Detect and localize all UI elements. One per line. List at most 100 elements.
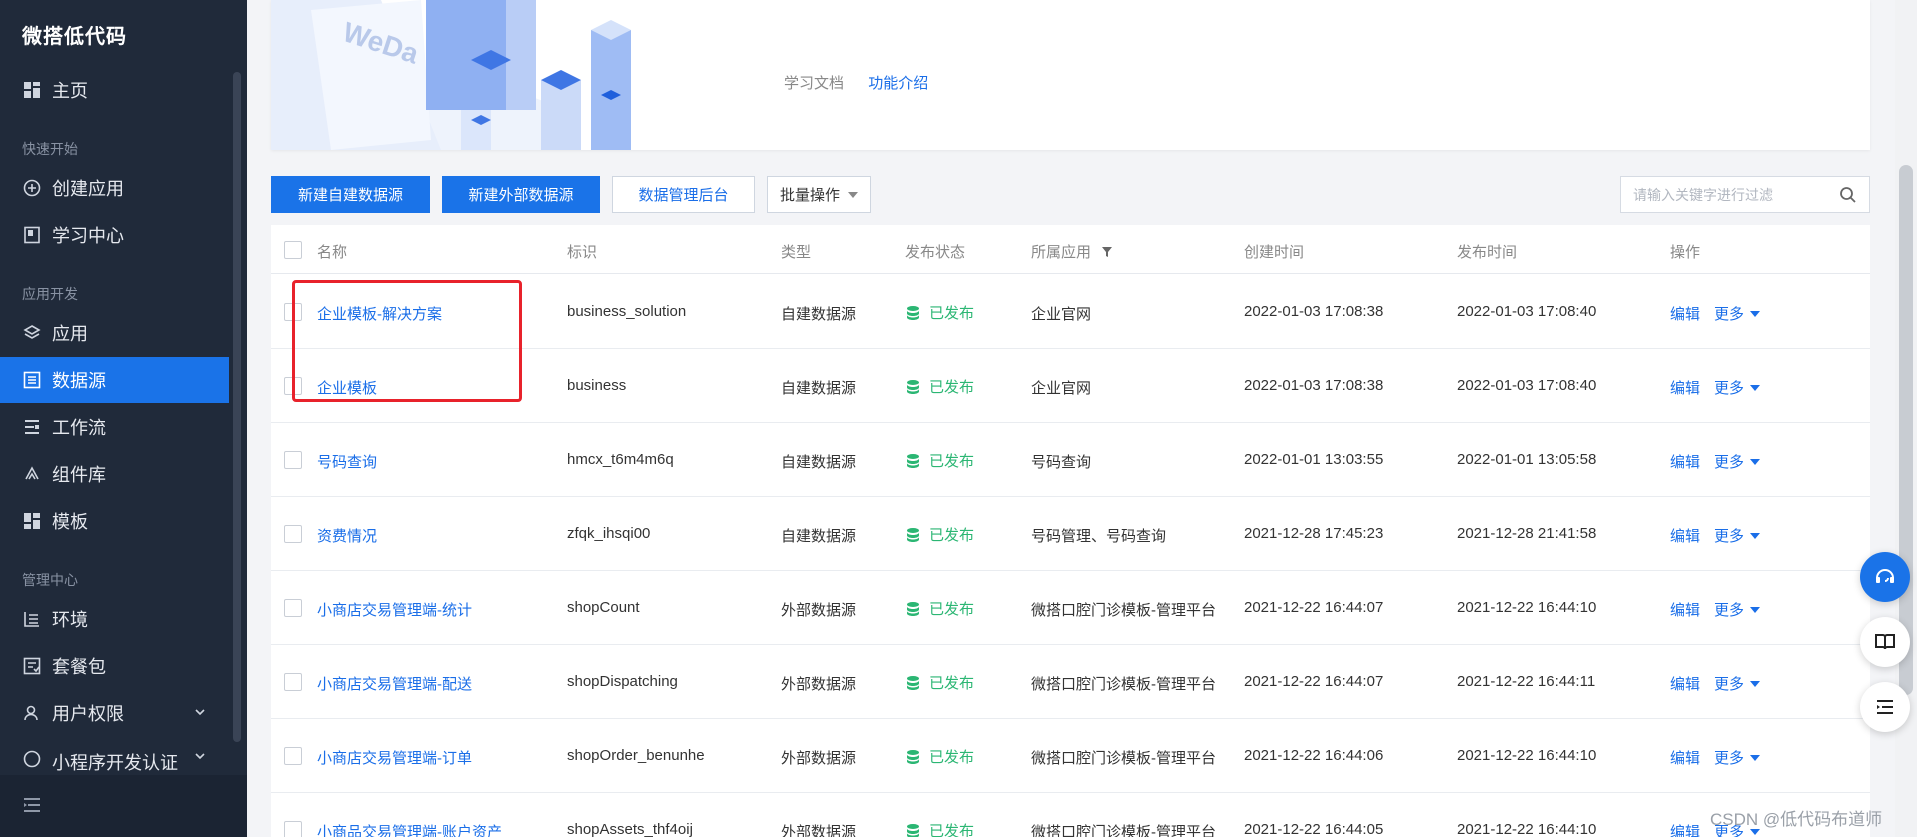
new-internal-datasource-button[interactable]: 新建自建数据源 [271, 176, 430, 213]
row-checkbox[interactable] [284, 599, 302, 617]
sidebar-item-apps[interactable]: 应用 [0, 310, 229, 356]
row-identifier: business_solution [567, 303, 687, 320]
row-checkbox[interactable] [284, 673, 302, 691]
more-dropdown[interactable]: 更多 [1714, 747, 1761, 768]
caret-down-icon [848, 191, 859, 198]
edit-link[interactable]: 编辑 [1670, 377, 1700, 398]
row-checkbox[interactable] [284, 451, 302, 469]
package-icon [22, 656, 42, 676]
sidebar-item-env[interactable]: 环境 [0, 596, 229, 642]
sidebar-item-label: 环境 [52, 610, 88, 630]
sidebar-item-home[interactable]: 主页 [0, 67, 229, 113]
row-checkbox[interactable] [284, 525, 302, 543]
sidebar-item-label: 数据源 [52, 371, 106, 391]
new-external-datasource-button[interactable]: 新建外部数据源 [442, 176, 600, 213]
sidebar: 微搭低代码 主页 快速开始 创建应用 学习中心 应用开发 应用 数据源 工作流 … [0, 0, 247, 837]
row-status-label: 已发布 [929, 823, 975, 837]
filter-icon[interactable] [1101, 246, 1113, 258]
layers-icon [22, 323, 42, 343]
sidebar-item-package[interactable]: 套餐包 [0, 643, 229, 689]
more-dropdown[interactable]: 更多 [1714, 599, 1761, 620]
table-header: 名称 标识 类型 发布状态 所属应用 创建时间 发布时间 操作 [271, 225, 1870, 274]
more-dropdown[interactable]: 更多 [1714, 673, 1761, 694]
more-dropdown[interactable]: 更多 [1714, 377, 1761, 398]
row-status-label: 已发布 [929, 749, 975, 766]
row-created-time: 2021-12-22 16:44:07 [1244, 673, 1384, 690]
edit-link[interactable]: 编辑 [1670, 599, 1700, 620]
more-dropdown[interactable]: 更多 [1714, 303, 1761, 324]
row-status: 已发布 [905, 672, 974, 693]
customer-service-button[interactable] [1860, 552, 1910, 602]
more-label: 更多 [1714, 454, 1745, 471]
table-row: 号码查询 hmcx_t6m4m6q 自建数据源 已发布 号码查询 2022-01… [271, 423, 1870, 497]
more-label: 更多 [1714, 602, 1745, 619]
chevron-down-icon [195, 753, 205, 760]
row-name-link[interactable]: 小商店交易管理端-配送 [317, 673, 472, 694]
miniprogram-icon [22, 749, 42, 769]
row-operations: 编辑 更多 [1670, 599, 1761, 620]
batch-operation-dropdown[interactable]: 批量操作 [767, 176, 871, 213]
outline-button[interactable] [1860, 682, 1910, 732]
database-icon [907, 749, 919, 764]
more-dropdown[interactable]: 更多 [1714, 451, 1761, 472]
database-icon [907, 453, 919, 468]
edit-link[interactable]: 编辑 [1670, 303, 1700, 324]
caret-down-icon [1750, 532, 1761, 539]
search-input[interactable] [1633, 186, 1839, 203]
row-published-time: 2022-01-03 17:08:40 [1457, 303, 1597, 320]
row-name-link[interactable]: 小商店交易管理端-统计 [317, 599, 472, 620]
workflow-icon [22, 417, 42, 437]
sidebar-item-miniprogram[interactable]: 小程序开发认证 [0, 737, 229, 775]
edit-link[interactable]: 编辑 [1670, 451, 1700, 472]
col-header-type: 类型 [781, 244, 812, 261]
caret-down-icon [1750, 458, 1761, 465]
more-dropdown[interactable]: 更多 [1714, 525, 1761, 546]
docs-button[interactable] [1860, 617, 1910, 667]
edit-link[interactable]: 编辑 [1670, 821, 1700, 837]
row-operations: 编辑 更多 [1670, 747, 1761, 768]
component-icon [22, 464, 42, 484]
sidebar-item-label: 套餐包 [52, 657, 106, 677]
search-box [1620, 176, 1870, 213]
search-icon[interactable] [1839, 186, 1857, 204]
user-icon [22, 703, 42, 723]
row-created-time: 2022-01-01 13:03:55 [1244, 451, 1384, 468]
row-published-time: 2021-12-22 16:44:11 [1457, 673, 1596, 690]
caret-down-icon [1750, 680, 1761, 687]
more-label: 更多 [1714, 750, 1745, 767]
chevron-down-icon [195, 709, 205, 716]
edit-link[interactable]: 编辑 [1670, 747, 1700, 768]
page-scrollbar-thumb[interactable] [1899, 165, 1913, 695]
sidebar-item-permissions[interactable]: 用户权限 [0, 690, 229, 736]
more-label: 更多 [1714, 528, 1745, 545]
sidebar-item-templates[interactable]: 模板 [0, 498, 229, 544]
sidebar-item-learning[interactable]: 学习中心 [0, 212, 229, 258]
row-checkbox[interactable] [284, 821, 302, 837]
database-icon [907, 675, 919, 690]
sidebar-item-datasource[interactable]: 数据源 [0, 357, 229, 403]
sidebar-item-create-app[interactable]: 创建应用 [0, 165, 229, 211]
sidebar-item-label: 模板 [52, 512, 88, 532]
edit-link[interactable]: 编辑 [1670, 525, 1700, 546]
row-name-link[interactable]: 资费情况 [317, 525, 377, 546]
batch-operation-label: 批量操作 [780, 187, 841, 204]
select-all-checkbox[interactable] [284, 241, 302, 259]
collapse-menu-icon[interactable] [22, 795, 42, 815]
data-admin-button[interactable]: 数据管理后台 [612, 176, 755, 213]
row-checkbox[interactable] [284, 747, 302, 765]
sidebar-scrollbar[interactable] [233, 72, 241, 742]
sidebar-item-workflow[interactable]: 工作流 [0, 404, 229, 450]
row-name-link[interactable]: 小商品交易管理端-账户资产 [317, 821, 502, 837]
edit-link[interactable]: 编辑 [1670, 673, 1700, 694]
more-label: 更多 [1714, 380, 1745, 397]
more-label: 更多 [1714, 306, 1745, 323]
sidebar-item-components[interactable]: 组件库 [0, 451, 229, 497]
row-name-link[interactable]: 号码查询 [317, 451, 377, 472]
row-name-link[interactable]: 小商店交易管理端-订单 [317, 747, 472, 768]
feature-intro-link[interactable]: 功能介绍 [868, 75, 928, 92]
col-header-status: 发布状态 [905, 244, 966, 261]
row-app: 微搭口腔门诊模板-管理平台 [1031, 676, 1216, 693]
plus-circle-icon [22, 178, 42, 198]
row-created-time: 2021-12-22 16:44:06 [1244, 747, 1384, 764]
row-app: 号码管理、号码查询 [1031, 528, 1167, 545]
